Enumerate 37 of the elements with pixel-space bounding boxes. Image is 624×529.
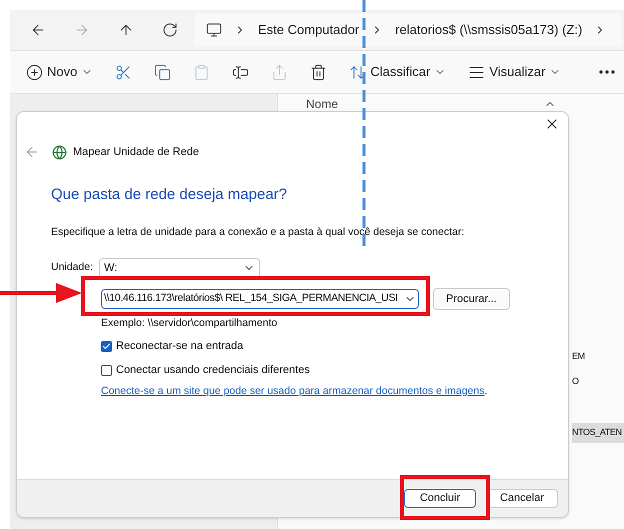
file-row[interactable]: O <box>572 372 624 392</box>
sort-tool-button[interactable]: Classificar <box>341 56 454 88</box>
plus-circle-icon <box>26 64 43 80</box>
dialog-title: Mapear Unidade de Rede <box>73 144 199 160</box>
checkbox[interactable] <box>101 364 112 376</box>
checkbox-option[interactable]: Reconectar-se na entrada <box>101 338 556 354</box>
checkbox-option[interactable]: Conectar usando credenciais diferentes <box>101 362 556 378</box>
refresh-icon[interactable] <box>162 22 178 38</box>
file-row[interactable]: NTOS_ATEN <box>572 423 624 443</box>
example-text: Exemplo: \\servidor\compartilhamento <box>101 316 278 332</box>
scissors-icon <box>115 64 132 80</box>
trash-icon <box>310 64 328 80</box>
share-icon <box>271 64 288 80</box>
network-drive-icon <box>52 144 67 160</box>
dialog-heading: Que pasta de rede deseja mapear? <box>51 185 288 205</box>
folder-combo-box[interactable]: \\10.46.116.173\relatórios$\ REL_154_SIGA_PERMANENCIA_USI <box>101 289 419 310</box>
site-link[interactable]: Conecte-se a um site que pode ser usado para armazenar documentos e imagens <box>101 385 484 397</box>
file-row[interactable]: EM <box>572 347 624 367</box>
finish-button[interactable]: Concluir <box>404 489 476 508</box>
breadcrumb[interactable]: Este Computador <box>258 20 360 40</box>
instruction-text: Especifique a letra de unidade para a conexão e a pasta à qual você deseja se conectar: <box>51 224 466 240</box>
new-tool-button[interactable]: Novo <box>18 56 102 88</box>
check-icon <box>102 342 111 350</box>
breadcrumb[interactable]: relatorios$ (\\smssis05a173) (Z:) <box>395 20 582 40</box>
drive-label: Unidade: <box>51 260 94 276</box>
computer-icon <box>206 22 222 38</box>
view-tool-button[interactable]: Visualizar <box>460 56 570 88</box>
link-sentence: Conecte-se a um site que pode ser usado para armazenar documentos e imagens. <box>101 384 488 399</box>
browse-button[interactable]: Procurar... <box>433 288 510 310</box>
rename-icon <box>232 64 250 80</box>
checkbox[interactable] <box>101 340 112 352</box>
copy-icon <box>154 64 172 80</box>
more-icon <box>599 70 616 74</box>
clipboard-icon <box>193 64 210 80</box>
drive-dropdown[interactable]: W: <box>99 258 260 278</box>
column-header[interactable]: Nome <box>306 95 338 113</box>
address-bar[interactable]: Este Computador relatorios$ (\\smssis05a173) (Z:) <box>194 14 622 46</box>
